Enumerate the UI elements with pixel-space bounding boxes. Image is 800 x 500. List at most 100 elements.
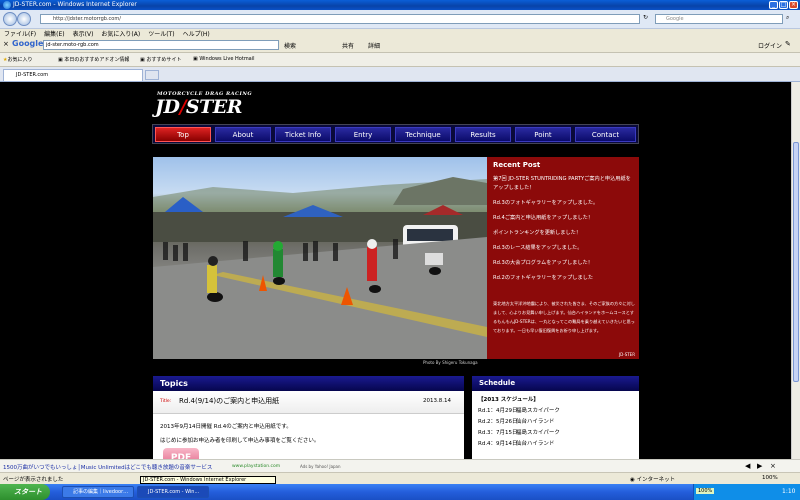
topic-body-2: はじめに参加お申込み者を印刷して申込み事項をご覧ください。 [160, 438, 320, 444]
tab-strip: JD-STER.com [0, 67, 800, 82]
google-search-button[interactable]: 検索 [284, 41, 296, 50]
tab-jdster[interactable]: JD-STER.com [3, 69, 143, 81]
start-button[interactable]: スタート [0, 484, 50, 500]
topics-panel: Topics Title: Rd.4(9/14)のご案内と申込用紙 2013.8… [153, 376, 464, 459]
signature: JD-STER [619, 352, 635, 357]
favorites-bar: ★お気に入り ▣ 本日のおすすめアドオン情報 ▣ おすすめサイト ▣ Windo… [0, 53, 800, 67]
window-title: JD-STER.com - Windows Internet Explorer [13, 1, 137, 8]
menu-file[interactable]: ファイル(F) [4, 31, 36, 38]
nav-results[interactable]: Results [455, 127, 511, 142]
hero-photo-illustration [153, 177, 487, 359]
status-zone: ◉ インターネット [630, 477, 676, 483]
login-button[interactable]: ログイン [758, 41, 782, 50]
recent-post-link[interactable]: Rd.4ご案内と申込用紙をアップしました！ [493, 214, 635, 223]
recent-post-link[interactable]: Rd.3の大会プログラムをアップしました！ [493, 259, 635, 268]
nav-point[interactable]: Point [515, 127, 571, 142]
status-zoom[interactable]: 100% [762, 475, 778, 481]
scrollbar-thumb[interactable] [793, 142, 799, 382]
ad-credit: Ads by Yahoo! Japan [300, 464, 341, 469]
url-text: http://jdster.motorrgb.com/ [53, 16, 121, 22]
recent-post-link[interactable]: Rd.2のフォトギャラリーをアップしました [493, 274, 635, 283]
status-text: ページが表示されました [3, 477, 64, 483]
recent-post-panel: Recent Post 第7回 JD-STER STUNTRIDING PART… [487, 157, 639, 359]
share-label: 共有 [342, 43, 355, 50]
search-box[interactable]: Google [655, 14, 783, 24]
menu-view[interactable]: 表示(V) [73, 31, 94, 38]
topics-header: Topics [153, 376, 464, 391]
close-button[interactable]: × [789, 1, 798, 9]
search-icon[interactable]: ⌕ [786, 14, 789, 22]
topic-title-label: Title: [160, 399, 172, 404]
ad-close-icon[interactable]: × [770, 462, 776, 470]
login-label: ログイン [758, 43, 783, 50]
schedule-panel: Schedule 【2013 スケジュール】 Rd.1：4月29日 福島スカイパー… [472, 376, 639, 459]
ad-bar: 1500万曲がいつでもいっしょ│Music Unlimitedはどこでも聴き放題… [0, 459, 800, 473]
menu-favorites[interactable]: お気に入り(A) [101, 31, 140, 38]
google-logo: Google [12, 39, 44, 48]
nav-ticket-info[interactable]: Ticket Info [275, 127, 331, 142]
forward-button[interactable] [17, 12, 31, 26]
wrench-icon[interactable]: ✎ [785, 40, 791, 48]
recent-post-link[interactable]: ポイントランキングを更新しました！ [493, 229, 635, 238]
task-livedoor[interactable]: 記事の編集｜livedoor… [62, 486, 134, 498]
ad-prev-icon[interactable]: ◀ [745, 462, 750, 470]
schedule-row: Rd.4：9月14日 仙台ハイランド [478, 439, 554, 447]
tray-zoom[interactable]: 100% [696, 488, 715, 494]
topic-title[interactable]: Rd.4(9/14)のご案内と申込用紙 [179, 396, 279, 406]
favorites-button[interactable]: ★お気に入り [3, 56, 33, 63]
ad-url[interactable]: www.playstation.com [232, 464, 280, 469]
tab-label: JD-STER.com [16, 72, 49, 78]
recent-post-link[interactable]: 第7回 JD-STER STUNTRIDING PARTYご案内と申込用紙をアッ… [493, 175, 635, 193]
schedule-venue: 福島スカイパーク [516, 430, 560, 436]
recent-post-link[interactable]: Rd.3のフォトギャラリーをアップしました。 [493, 199, 635, 208]
fav-item-sites[interactable]: ▣ おすすめサイト [140, 56, 181, 63]
share-button[interactable]: 共有 [342, 41, 354, 50]
close-toolbar-icon[interactable]: × [3, 40, 9, 48]
minimize-button[interactable]: _ [769, 1, 778, 9]
fav-item-addons[interactable]: ▣ 本日のおすすめアドオン情報 [58, 56, 129, 63]
recent-post-link[interactable]: Rd.3のレース結果をアップしました。 [493, 244, 635, 253]
system-tray: 100% 1:10 [693, 484, 800, 500]
pdf-download-button[interactable]: PDF [163, 448, 199, 459]
address-bar[interactable]: http://jdster.motorrgb.com/ [40, 14, 640, 24]
nav-contact[interactable]: Contact [575, 127, 636, 142]
schedule-round: Rd.2：5月26日 [478, 419, 518, 425]
google-query: jd-ster.moto-rgb.com [46, 42, 99, 48]
google-toolbar: × Google jd-ster.moto-rgb.com 検索 共有 詳細 ロ… [0, 38, 800, 53]
condolence-message: 東北地方太平洋沖地震により、被災された皆さま、そのご家族の方々に対しまして、心よ… [493, 301, 635, 333]
fav-item-label: 本日のおすすめアドオン情報 [64, 57, 130, 63]
nav-entry[interactable]: Entry [335, 127, 391, 142]
vertical-scrollbar[interactable] [791, 82, 800, 459]
fav-item-label: Windows Live Hotmail [199, 56, 255, 62]
menu-help[interactable]: ヘルプ(H) [183, 31, 210, 38]
ad-next-icon[interactable]: ▶ [757, 462, 762, 470]
back-button[interactable] [3, 12, 17, 26]
ad-link[interactable]: 1500万曲がいつでもいっしょ│Music Unlimitedはどこでも聴き放題… [3, 463, 212, 471]
google-search-input[interactable]: jd-ster.moto-rgb.com [43, 40, 279, 50]
maximize-button[interactable]: □ [779, 1, 788, 9]
nav-technique[interactable]: Technique [395, 127, 451, 142]
favorites-label: お気に入り [7, 57, 33, 63]
clock: 1:10 [782, 488, 796, 495]
status-zone-label: インターネット [636, 477, 676, 483]
hero-photo [153, 157, 487, 359]
schedule-header: Schedule [472, 376, 639, 391]
new-tab-button[interactable] [145, 70, 159, 80]
address-toolbar: http://jdster.motorrgb.com/ ↻ Google ⌕ [0, 10, 800, 29]
google-search-label: 検索 [284, 43, 297, 50]
menu-tools[interactable]: ツール(T) [148, 31, 174, 38]
more-button[interactable]: 詳細 [368, 41, 380, 50]
page-viewport: MOTORCYCLE DRAG RACING JD/STER Top About… [0, 82, 791, 459]
window-titlebar: JD-STER.com - Windows Internet Explorer … [0, 0, 800, 10]
refresh-icon[interactable]: ↻ [643, 14, 648, 21]
nav-top[interactable]: Top [155, 127, 211, 142]
menu-bar: ファイル(F) 編集(E) 表示(V) お気に入り(A) ツール(T) ヘルプ(H) [0, 29, 800, 38]
schedule-venue: 仙台ハイランド [516, 419, 555, 425]
fav-item-hotmail[interactable]: ▣ Windows Live Hotmail [193, 56, 255, 62]
taskbar: スタート 記事の編集｜livedoor… JD-STER.com - Win..… [0, 484, 800, 500]
site-logo[interactable]: MOTORCYCLE DRAG RACING JD/STER [155, 90, 265, 118]
task-ie[interactable]: JD-STER.com - Win... [137, 486, 209, 498]
menu-edit[interactable]: 編集(E) [44, 31, 64, 38]
tooltip: JD-STER.com - Windows Internet Explorer [140, 476, 276, 484]
nav-about[interactable]: About [215, 127, 271, 142]
